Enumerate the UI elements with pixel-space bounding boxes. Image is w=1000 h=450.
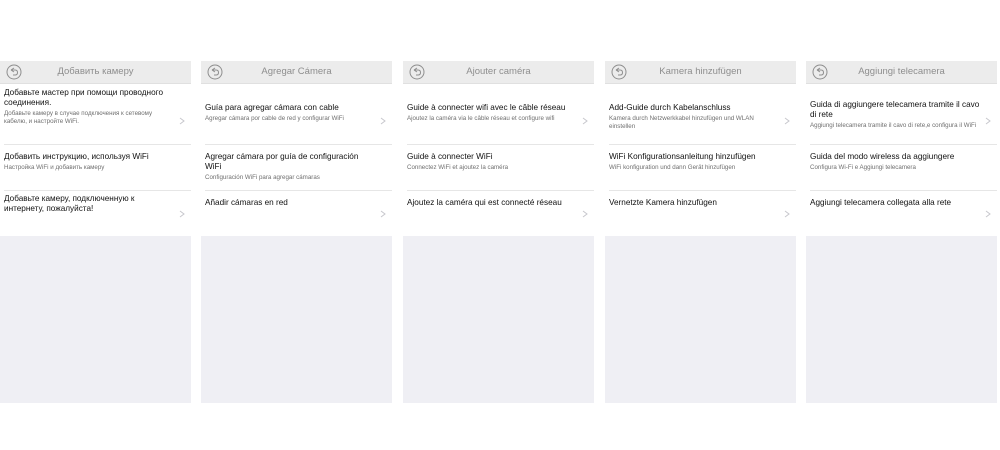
list-item[interactable]: Vernetzte Kamera hinzufügen — [605, 198, 796, 208]
menu-list: Guide à connecter wifi avec le câble rés… — [403, 84, 594, 236]
nav-header: Ajouter caméra — [403, 61, 594, 84]
list-item[interactable]: Guide à connecter wifi avec le câble rés… — [403, 103, 594, 123]
item-title: Guida del modo wireless da aggiungere — [810, 152, 955, 161]
item-title: Add-Guide durch Kabelanschluss — [609, 103, 731, 112]
list-item[interactable]: Guida di aggiungere telecamera tramite i… — [806, 100, 997, 130]
list-item[interactable]: Añadir cámaras en red — [201, 198, 392, 208]
chevron-right-icon — [380, 117, 386, 125]
item-title: Añadir cámaras en red — [205, 198, 288, 207]
divider — [205, 144, 392, 145]
item-subtitle: Configura Wi-Fi e Aggiungi telecamera — [810, 164, 916, 171]
item-subtitle: Добавьте камеру в случае подключения к с… — [4, 110, 153, 125]
list-item[interactable]: Agregar cámara por guía de configuración… — [201, 152, 392, 182]
chevron-right-icon — [179, 210, 185, 218]
chevron-right-icon — [380, 210, 386, 218]
divider — [4, 144, 191, 145]
chevron-right-icon — [784, 117, 790, 125]
item-title: Guide à connecter wifi avec le câble rés… — [407, 103, 566, 112]
menu-list: Guía para agregar cámara con cable Agreg… — [201, 84, 392, 236]
nav-header: Aggiungi telecamera — [806, 61, 997, 84]
item-subtitle: WiFi konfiguration und dann Gerät hinzuf… — [609, 164, 736, 171]
chevron-right-icon — [582, 117, 588, 125]
item-title: Vernetzte Kamera hinzufügen — [609, 198, 717, 207]
chevron-right-icon — [784, 210, 790, 218]
item-title: Добавьте камеру, подключенную к интернет… — [4, 194, 135, 213]
panel-russian: Добавить камеру Добавьте мастер при помо… — [0, 61, 191, 403]
item-title: Guida di aggiungere telecamera tramite i… — [810, 100, 980, 119]
page-title: Kamera hinzufügen — [659, 66, 742, 77]
page-title: Ajouter caméra — [466, 66, 531, 77]
item-title: Aggiungi telecamera collegata alla rete — [810, 198, 952, 207]
list-item[interactable]: Добавьте мастер при помощи проводного со… — [0, 88, 191, 126]
item-subtitle: Configuración WiFi para agregar cámaras — [205, 174, 320, 181]
list-item[interactable]: Aggiungi telecamera collegata alla rete — [806, 198, 997, 208]
item-title: Agregar cámara por guía de configuración… — [205, 152, 359, 171]
panel-italian: Aggiungi telecamera Guida di aggiungere … — [806, 61, 997, 403]
item-subtitle: Connectez WiFi et ajoutez la caméra — [407, 164, 509, 171]
item-title: Добавьте мастер при помощи проводного со… — [4, 88, 163, 107]
divider — [205, 190, 392, 191]
divider — [810, 190, 997, 191]
divider — [609, 190, 796, 191]
list-item[interactable]: Guide à connecter WiFi Connectez WiFi et… — [403, 152, 594, 172]
menu-list: Добавьте мастер при помощи проводного со… — [0, 84, 191, 236]
nav-header: Kamera hinzufügen — [605, 61, 796, 84]
chevron-right-icon — [985, 117, 991, 125]
list-item[interactable]: WiFi Konfigurationsanleitung hinzufügen … — [605, 152, 796, 172]
divider — [609, 144, 796, 145]
item-title: Добавить инструкцию, используя WiFi — [4, 152, 149, 161]
panel-spanish: Agregar Cámera Guía para agregar cámara … — [201, 61, 392, 403]
page-title: Добавить камеру — [57, 66, 134, 77]
item-title: Guía para agregar cámara con cable — [205, 103, 339, 112]
chevron-right-icon — [179, 117, 185, 125]
panel-german: Kamera hinzufügen Add-Guide durch Kabela… — [605, 61, 796, 403]
divider — [4, 190, 191, 191]
list-item[interactable]: Ajoutez la caméra qui est connecté résea… — [403, 198, 594, 208]
divider — [407, 144, 594, 145]
list-item[interactable]: Guida del modo wireless da aggiungere Co… — [806, 152, 997, 172]
menu-list: Add-Guide durch Kabelanschluss Kamera du… — [605, 84, 796, 236]
page-title: Agregar Cámera — [261, 66, 332, 77]
item-subtitle: Настройка WiFi и добавить камеру — [4, 164, 105, 171]
nav-header: Добавить камеру — [0, 61, 191, 84]
list-item[interactable]: Добавить инструкцию, используя WiFi Наст… — [0, 152, 191, 172]
item-subtitle: Kamera durch Netzwerkkabel hinzufügen un… — [609, 115, 754, 130]
item-title: WiFi Konfigurationsanleitung hinzufügen — [609, 152, 756, 161]
divider — [407, 190, 594, 191]
menu-list: Guida di aggiungere telecamera tramite i… — [806, 84, 997, 236]
item-subtitle: Agregar cámara por cable de red y config… — [205, 115, 344, 122]
list-item[interactable]: Guía para agregar cámara con cable Agreg… — [201, 103, 392, 123]
item-title: Ajoutez la caméra qui est connecté résea… — [407, 198, 562, 207]
chevron-right-icon — [985, 210, 991, 218]
divider — [810, 144, 997, 145]
chevron-right-icon — [582, 210, 588, 218]
nav-header: Agregar Cámera — [201, 61, 392, 84]
page-title: Aggiungi telecamera — [858, 66, 945, 77]
item-subtitle: Aggiungi telecamera tramite il cavo di r… — [810, 122, 977, 129]
list-item[interactable]: Add-Guide durch Kabelanschluss Kamera du… — [605, 103, 796, 131]
panels-container: Добавить камеру Добавьте мастер при помо… — [0, 61, 1000, 403]
item-subtitle: Ajoutez la caméra via le câble réseau et… — [407, 115, 555, 122]
item-title: Guide à connecter WiFi — [407, 152, 493, 161]
panel-french: Ajouter caméra Guide à connecter wifi av… — [403, 61, 594, 403]
list-item[interactable]: Добавьте камеру, подключенную к интернет… — [0, 194, 191, 214]
